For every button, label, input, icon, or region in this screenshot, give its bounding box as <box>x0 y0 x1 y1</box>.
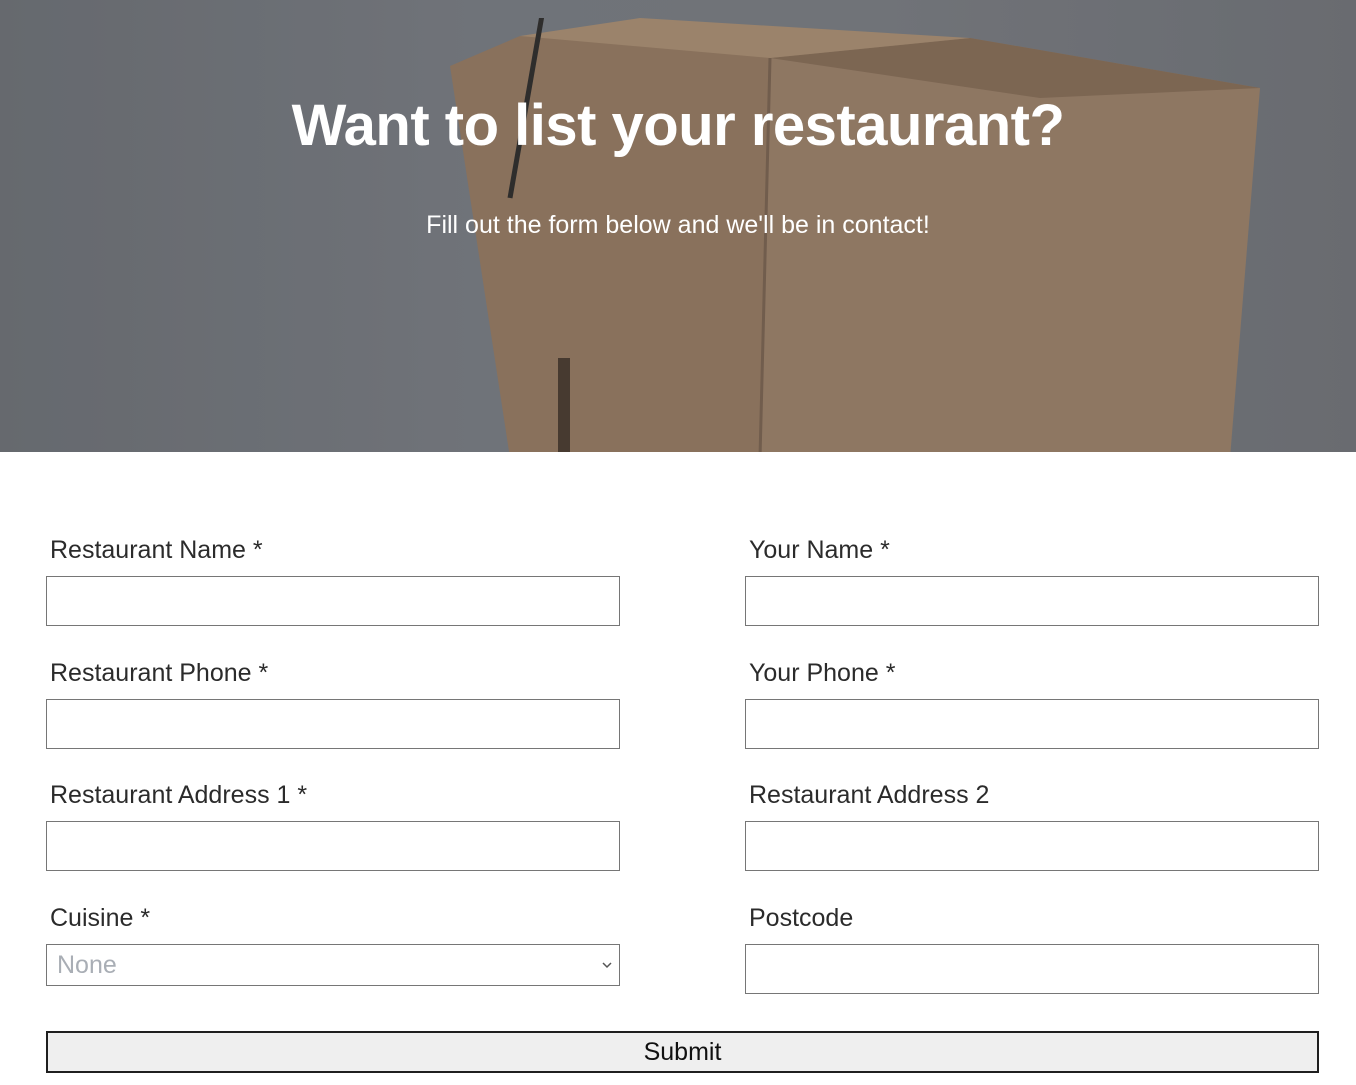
restaurant-address-2-input[interactable] <box>745 821 1319 871</box>
your-phone-label: Your Phone * <box>749 659 896 687</box>
restaurant-phone-input[interactable] <box>46 699 620 749</box>
restaurant-signup-form: Restaurant Name * Your Name * Restaurant… <box>0 452 1356 1085</box>
your-phone-field: Your Phone * <box>745 658 1319 749</box>
restaurant-address-2-field: Restaurant Address 2 <box>745 780 1319 871</box>
submit-button[interactable]: Submit <box>46 1031 1319 1073</box>
page-title: Want to list your restaurant? <box>291 93 1065 158</box>
postcode-input[interactable] <box>745 944 1319 994</box>
restaurant-phone-label: Restaurant Phone * <box>50 659 269 687</box>
page-subtitle: Fill out the form below and we'll be in … <box>426 211 930 239</box>
cuisine-field: Cuisine * None <box>46 903 620 986</box>
restaurant-name-input[interactable] <box>46 576 620 626</box>
restaurant-address-2-label: Restaurant Address 2 <box>749 781 990 809</box>
postcode-label: Postcode <box>749 904 854 932</box>
your-name-label: Your Name * <box>749 536 890 564</box>
postcode-field: Postcode <box>745 903 1319 994</box>
restaurant-name-label: Restaurant Name * <box>50 536 263 564</box>
cuisine-selected-value: None <box>57 951 117 979</box>
your-name-input[interactable] <box>745 576 1319 626</box>
cuisine-select[interactable]: None <box>46 944 620 986</box>
your-name-field: Your Name * <box>745 535 1319 626</box>
your-phone-input[interactable] <box>745 699 1319 749</box>
chevron-down-icon <box>602 962 612 969</box>
restaurant-address-1-input[interactable] <box>46 821 620 871</box>
restaurant-phone-field: Restaurant Phone * <box>46 658 620 749</box>
restaurant-address-1-label: Restaurant Address 1 * <box>50 781 308 809</box>
restaurant-name-field: Restaurant Name * <box>46 535 620 626</box>
hero-banner: Want to list your restaurant? Fill out t… <box>0 0 1356 452</box>
restaurant-address-1-field: Restaurant Address 1 * <box>46 780 620 871</box>
cuisine-label: Cuisine * <box>50 904 151 932</box>
